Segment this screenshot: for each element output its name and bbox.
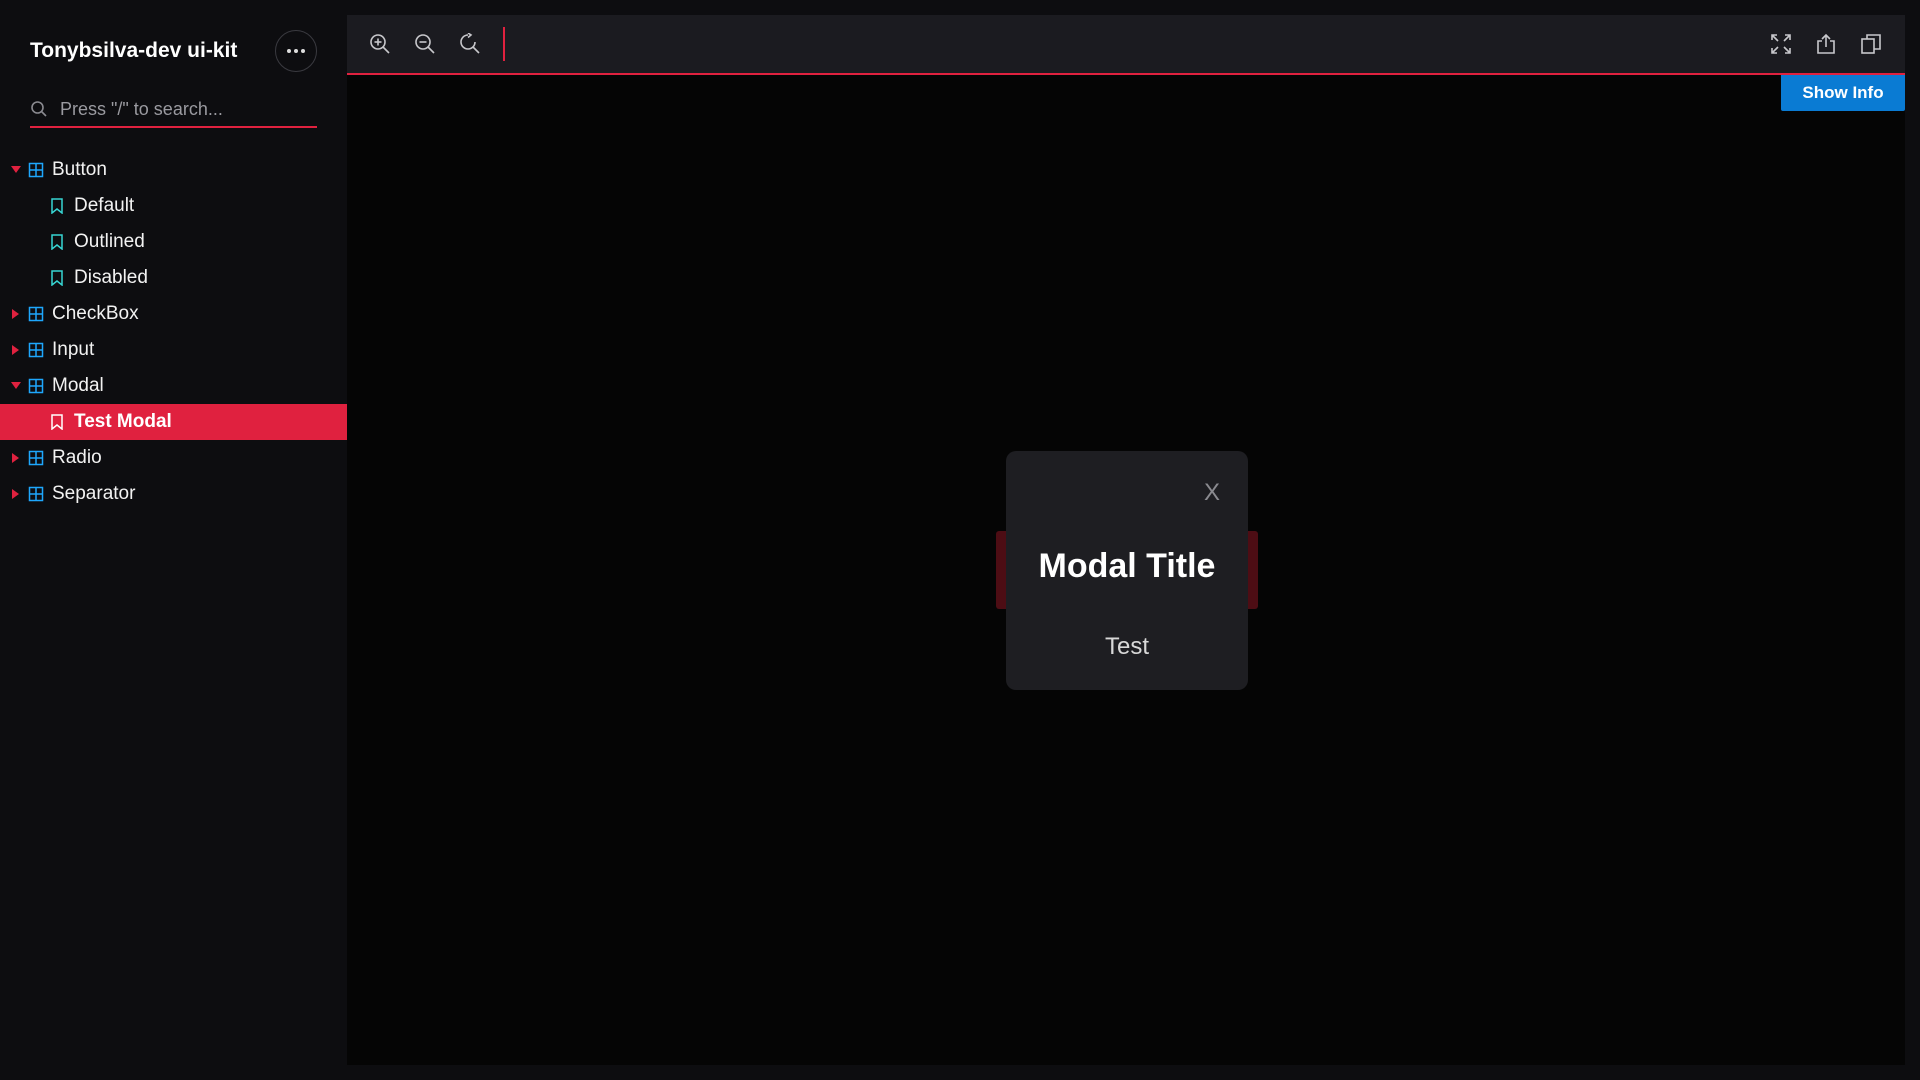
component-tree: Button Default Outlined Disabled CheckBo… [0,152,347,512]
caret-right-icon [10,344,22,356]
tree-group-modal[interactable]: Modal [0,368,347,404]
tree-group-checkbox[interactable]: CheckBox [0,296,347,332]
bookmark-icon [51,234,63,250]
modal-body-text: Test [1104,633,1149,660]
reset-zoom-icon[interactable] [457,31,483,57]
tree-story-outlined[interactable]: Outlined [0,224,347,260]
component-icon [28,162,44,178]
tree-story-label: Outlined [74,231,145,252]
component-icon [28,450,44,466]
tree-group-label: Input [52,339,95,360]
tree-group-label: Radio [52,447,102,468]
caret-right-icon [10,308,22,320]
tree-story-disabled[interactable]: Disabled [0,260,347,296]
tree-story-default[interactable]: Default [0,188,347,224]
show-info-button[interactable]: Show Info [1781,75,1905,111]
tree-group-label: Modal [52,375,104,396]
more-icon-dot [301,49,305,53]
caret-down-icon [10,380,22,392]
share-icon[interactable] [1813,31,1839,57]
toolbar-divider [503,27,505,61]
zoom-in-icon[interactable] [367,31,393,57]
tree-group-label: Button [52,159,107,180]
bookmark-icon [51,414,63,430]
bookmark-icon [51,270,63,286]
bookmark-icon [51,198,63,214]
search-input[interactable]: Press "/" to search... [30,92,317,128]
component-icon [28,342,44,358]
preview-toolbar [347,15,1905,75]
brand-title[interactable]: Tonybsilva-dev ui-kit [30,39,237,63]
component-icon [28,306,44,322]
caret-down-icon [10,164,22,176]
search-icon [31,101,47,117]
tree-group-label: CheckBox [52,303,139,324]
caret-right-icon [10,488,22,500]
tree-group-button[interactable]: Button [0,152,347,188]
zoom-out-icon[interactable] [412,31,438,57]
copy-icon[interactable] [1858,31,1884,57]
tree-group-separator[interactable]: Separator [0,476,347,512]
more-icon [287,49,291,53]
modal-dialog: X Modal Title Test [1006,451,1248,690]
tree-group-radio[interactable]: Radio [0,440,347,476]
tree-story-label: Default [74,195,135,216]
caret-right-icon [10,452,22,464]
tree-group-label: Separator [52,483,136,504]
modal-title: Modal Title [1038,547,1216,585]
tree-group-input[interactable]: Input [0,332,347,368]
search-placeholder: Press "/" to search... [60,98,223,119]
tree-story-test-modal[interactable]: Test Modal [0,404,347,440]
tree-story-label: Test Modal [74,411,172,432]
component-icon [28,378,44,394]
modal-close-button[interactable]: X [1204,479,1220,507]
tree-story-label: Disabled [74,267,148,288]
fullscreen-icon[interactable] [1768,31,1794,57]
more-options-button[interactable] [275,30,317,72]
component-icon [28,486,44,502]
sidebar: Tonybsilva-dev ui-kit Press "/" to searc… [0,0,347,1080]
more-icon-dot [294,49,298,53]
